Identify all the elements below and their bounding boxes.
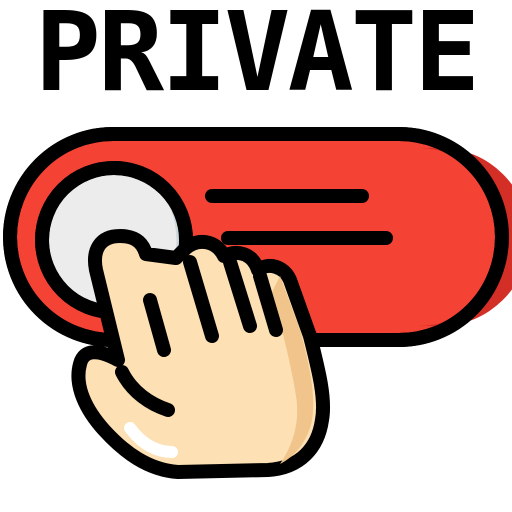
pointing-hand-icon [71,229,331,479]
private-toggle-illustration: PRIVATE [0,0,512,512]
hand-palm [71,229,331,479]
toggle-hand-graphic [3,127,512,479]
